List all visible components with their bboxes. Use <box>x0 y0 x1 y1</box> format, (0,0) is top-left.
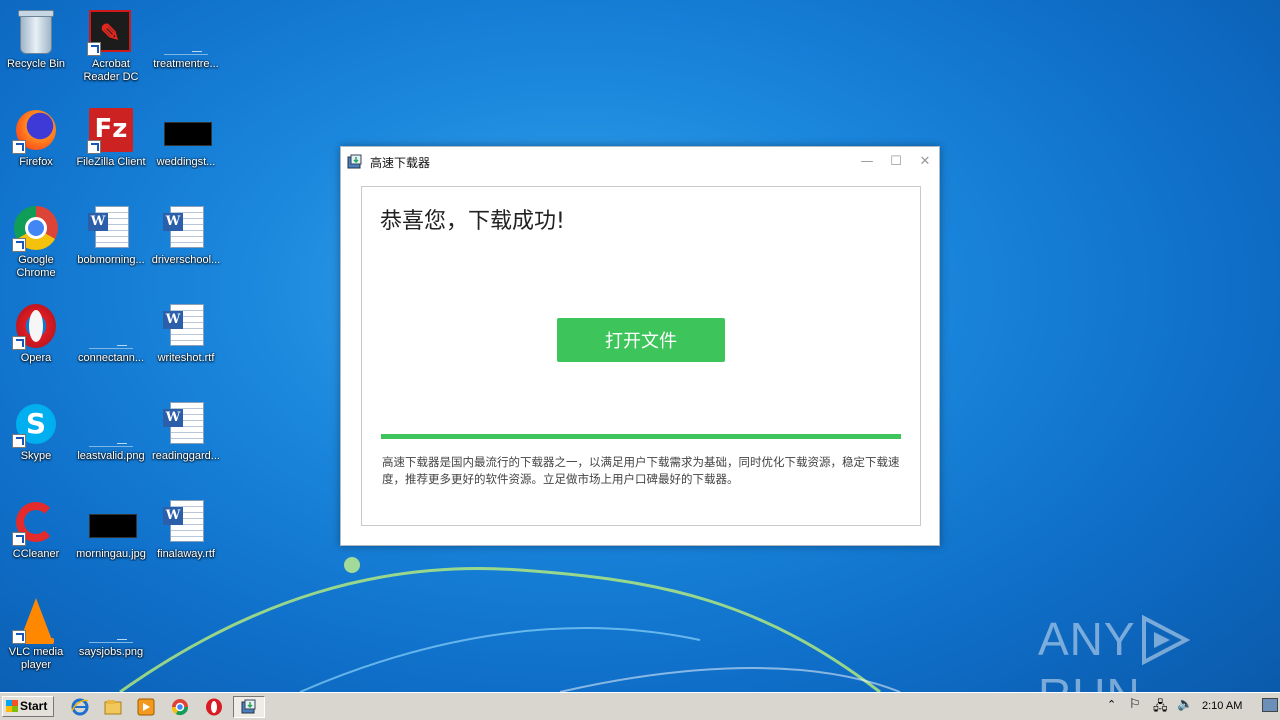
taskbar: Start ⌃ ⚐ 🖧 🔈 2:10 AM <box>0 692 1280 720</box>
icon-label: Firefox <box>19 156 53 168</box>
word-document-icon: W <box>87 204 135 252</box>
firefox-icon <box>12 106 60 154</box>
desktop-icon-vlc[interactable]: VLC media player <box>0 592 72 684</box>
watermark-left: ANY <box>1038 613 1136 665</box>
desktop-icon-opera[interactable]: Opera <box>0 298 72 390</box>
word-document-icon: W <box>162 498 210 546</box>
success-headline: 恭喜您，下载成功! <box>380 209 565 234</box>
blank-file-icon <box>162 8 210 56</box>
open-file-button[interactable]: 打开文件 <box>557 318 725 362</box>
show-desktop-button[interactable] <box>1262 698 1278 712</box>
internet-explorer-icon[interactable] <box>70 697 90 717</box>
desktop-icon-morningau[interactable]: morningau.jpg <box>75 494 147 586</box>
show-hidden-icons-icon[interactable]: ⌃ <box>1107 698 1116 711</box>
icon-label: writeshot.rtf <box>157 352 215 364</box>
downloader-window: 高速下载器 — ☐ ✕ 恭喜您，下载成功! 打开文件 高速下载器是国内最流行的下… <box>340 146 940 546</box>
network-icon[interactable]: 🖧 <box>1153 697 1168 719</box>
desktop-icon-writeshot[interactable]: W writeshot.rtf <box>150 298 222 390</box>
start-label: Start <box>20 699 48 713</box>
word-document-icon: W <box>162 400 210 448</box>
desktop-icon-readinggard[interactable]: W readinggard... <box>150 396 222 488</box>
opera-icon <box>12 302 60 350</box>
title-bar[interactable]: 高速下载器 — ☐ ✕ <box>341 147 939 177</box>
chrome-icon <box>12 204 60 252</box>
word-document-icon: W <box>162 204 210 252</box>
windows-logo-icon <box>6 700 18 712</box>
volume-icon[interactable]: 🔈 <box>1177 697 1193 712</box>
desktop-icon-treatmentre[interactable]: treatmentre... <box>150 4 222 96</box>
desktop-icon-chrome[interactable]: Google Chrome <box>0 200 72 292</box>
desktop-icon-recycle-bin[interactable]: Recycle Bin <box>0 4 72 96</box>
recycle-bin-icon <box>12 8 60 56</box>
icon-label: weddingst... <box>156 156 216 168</box>
action-center-flag-icon[interactable]: ⚐ <box>1129 697 1141 712</box>
icon-label: Recycle Bin <box>6 58 66 70</box>
file-explorer-icon[interactable] <box>103 697 123 717</box>
image-file-icon <box>162 106 212 154</box>
icon-label: Google <box>18 254 54 266</box>
desktop-icon-weddingst[interactable]: weddingst... <box>150 102 222 194</box>
desktop-icon-saysjobs[interactable]: saysjobs.png <box>75 592 147 684</box>
icon-label: FileZilla Client <box>76 156 146 168</box>
word-document-icon: W <box>162 302 210 350</box>
icon-label: CCleaner <box>12 548 60 560</box>
description-text: 高速下载器是国内最流行的下载器之一，以满足用户下载需求为基础，同时优化下载资源，… <box>382 455 900 486</box>
icon-label: Opera <box>20 352 52 364</box>
start-button[interactable]: Start <box>2 696 54 717</box>
vlc-icon <box>12 596 60 644</box>
desktop-icon-connectann[interactable]: connectann... <box>75 298 147 390</box>
maximize-button[interactable]: ☐ <box>882 151 910 173</box>
ccleaner-icon <box>12 498 60 546</box>
downloader-app-icon <box>347 154 362 169</box>
icon-label: Acrobat <box>92 58 130 70</box>
icon-label: leastvalid.png <box>77 450 145 462</box>
download-progress-bar <box>381 434 901 439</box>
window-title: 高速下载器 <box>370 156 431 170</box>
anyrun-watermark: ANYRUN <box>1038 612 1280 720</box>
desktop-icon-bobmorning[interactable]: W bobmorning... <box>75 200 147 292</box>
icon-label: morningau.jpg <box>76 548 146 560</box>
icon-label: connectann... <box>77 352 145 364</box>
content-panel: 恭喜您，下载成功! 打开文件 高速下载器是国内最流行的下载器之一，以满足用户下载… <box>361 186 921 526</box>
system-clock[interactable]: 2:10 AM <box>1202 700 1242 712</box>
icon-label: treatmentre... <box>153 58 219 70</box>
icon-label: Skype <box>20 450 52 462</box>
blank-file-icon <box>87 302 135 350</box>
minimize-button[interactable]: — <box>853 151 881 173</box>
desktop-icon-leastvalid[interactable]: leastvalid.png <box>75 396 147 488</box>
icon-label: readinggard... <box>152 450 220 462</box>
play-logo-icon <box>1141 614 1190 666</box>
icon-label: driverschool... <box>151 254 221 266</box>
desktop-icon-driverschool[interactable]: W driverschool... <box>150 200 222 292</box>
icon-label: saysjobs.png <box>78 646 144 658</box>
icon-label: bobmorning... <box>77 254 145 266</box>
filezilla-icon: Fz <box>87 106 135 154</box>
chrome-taskbar-icon[interactable] <box>170 697 190 717</box>
desktop-icon-firefox[interactable]: Firefox <box>0 102 72 194</box>
blank-file-icon <box>87 400 135 448</box>
desktop-icon-ccleaner[interactable]: CCleaner <box>0 494 72 586</box>
skype-icon: S <box>12 400 60 448</box>
desktop-icon-finalaway[interactable]: W finalaway.rtf <box>150 494 222 586</box>
icon-label-line2: Reader DC <box>83 71 139 83</box>
blank-file-icon <box>87 596 135 644</box>
download-progress-fill <box>381 434 901 439</box>
media-player-icon[interactable] <box>136 697 156 717</box>
acrobat-icon: ✎ <box>87 8 135 56</box>
taskbar-downloader-button[interactable] <box>233 696 265 718</box>
desktop-icon-skype[interactable]: S Skype <box>0 396 72 488</box>
desktop-icon-acrobat[interactable]: ✎ Acrobat Reader DC <box>75 4 147 96</box>
icon-label-line2: Chrome <box>16 267 56 279</box>
icon-label: VLC media <box>8 646 64 658</box>
image-file-icon <box>87 498 137 546</box>
downloader-taskbar-icon <box>241 699 256 714</box>
icon-label: finalaway.rtf <box>157 548 215 560</box>
icon-label-line2: player <box>21 659 51 671</box>
opera-taskbar-icon[interactable] <box>204 697 224 717</box>
close-button[interactable]: ✕ <box>911 151 939 173</box>
desktop-icon-filezilla[interactable]: Fz FileZilla Client <box>75 102 147 194</box>
